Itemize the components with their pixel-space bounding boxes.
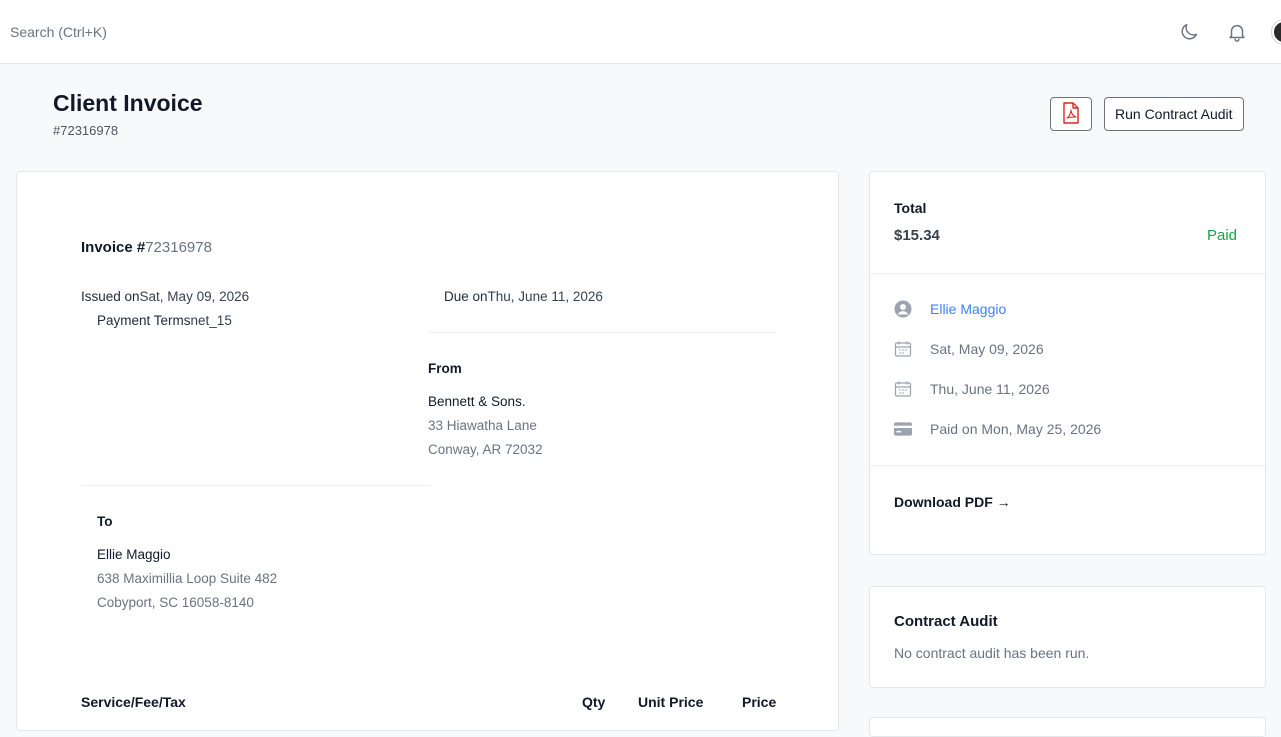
user-circle-icon: [894, 300, 912, 318]
client-link[interactable]: Ellie Maggio: [930, 301, 1006, 317]
due-on: Due onThu, June 11, 2026: [444, 289, 603, 304]
from-label: From: [428, 361, 462, 376]
column-header-service: Service/Fee/Tax: [81, 694, 186, 710]
calendar-icon: [894, 340, 912, 358]
contract-audit-title: Contract Audit: [894, 613, 998, 630]
page-subtitle: #72316978: [53, 123, 119, 138]
summary-card: Total $15.34 Paid Ellie Maggio Sat, May …: [869, 171, 1266, 555]
pdf-file-icon: [1062, 101, 1080, 127]
due-date: Thu, June 11, 2026: [930, 381, 1050, 397]
from-address-line1: 33 Hiawatha Lane: [428, 418, 537, 433]
divider: [870, 465, 1265, 466]
divider: [81, 485, 431, 486]
from-address-line2: Conway, AR 72032: [428, 442, 543, 457]
credit-card-icon: [894, 420, 912, 438]
pdf-button[interactable]: [1050, 97, 1092, 131]
terms-label: Payment Terms: [97, 313, 191, 328]
search-input[interactable]: [10, 20, 410, 44]
column-header-price: Price: [742, 694, 777, 710]
issued-value: Sat, May 09, 2026: [139, 289, 250, 304]
invoice-heading: Invoice #72316978: [81, 239, 212, 256]
calendar-icon: [894, 380, 912, 398]
top-bar: [0, 0, 1281, 64]
divider: [870, 273, 1265, 274]
avatar[interactable]: [1272, 20, 1281, 44]
total-label: Total: [894, 200, 927, 216]
invoice-number: 72316978: [145, 239, 212, 256]
page-title: Client Invoice: [53, 90, 203, 116]
total-amount: $15.34: [894, 227, 940, 244]
status-badge: Paid: [1206, 227, 1237, 244]
client-row: Ellie Maggio: [894, 300, 1006, 318]
from-name: Bennett & Sons.: [428, 394, 526, 409]
to-label: To: [97, 514, 113, 529]
paid-row: Paid on Mon, May 25, 2026: [894, 420, 1101, 438]
issued-date: Sat, May 09, 2026: [930, 341, 1044, 357]
contract-audit-text: No contract audit has been run.: [894, 645, 1090, 661]
issued-on: Issued onSat, May 09, 2026: [81, 289, 249, 304]
issued-label: Issued on: [81, 289, 140, 304]
terms-value: net_15: [190, 313, 232, 328]
payment-terms: Payment Termsnet_15: [97, 313, 232, 328]
next-card: [869, 717, 1266, 737]
invoice-card: Invoice #72316978 Issued onSat, May 09, …: [16, 171, 839, 731]
column-header-unit-price: Unit Price: [638, 694, 704, 710]
bell-icon[interactable]: [1223, 18, 1251, 46]
invoice-heading-prefix: Invoice #: [81, 239, 146, 256]
column-header-qty: Qty: [582, 694, 606, 710]
to-name: Ellie Maggio: [97, 547, 171, 562]
paid-date: Paid on Mon, May 25, 2026: [930, 421, 1102, 437]
divider: [428, 332, 776, 333]
due-date-row: Thu, June 11, 2026: [894, 380, 1050, 398]
due-label: Due on: [444, 289, 488, 304]
due-value: Thu, June 11, 2026: [487, 289, 603, 304]
to-address-line2: Cobyport, SC 16058-8140: [97, 595, 254, 610]
moon-icon[interactable]: [1175, 18, 1203, 46]
download-pdf-link[interactable]: Download PDF →: [894, 494, 1011, 510]
contract-audit-card: Contract Audit No contract audit has bee…: [869, 586, 1266, 688]
issued-date-row: Sat, May 09, 2026: [894, 340, 1044, 358]
to-address-line1: 638 Maximillia Loop Suite 482: [97, 571, 278, 586]
run-contract-audit-button[interactable]: Run Contract Audit: [1104, 97, 1244, 131]
